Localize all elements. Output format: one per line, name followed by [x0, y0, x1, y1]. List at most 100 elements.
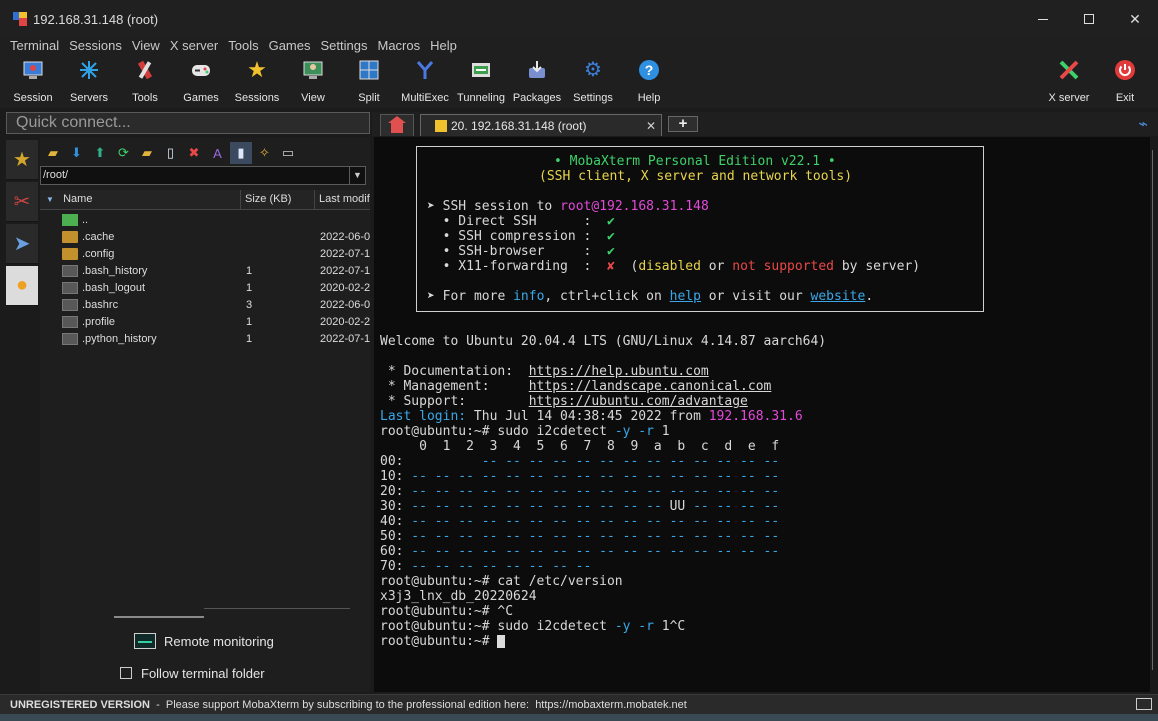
output-line: x3j3_lnx_db_20220624: [380, 589, 537, 604]
file-row[interactable]: .bash_history 1 2022-07-1: [40, 263, 370, 280]
tools-button[interactable]: Tools: [117, 58, 173, 106]
management-link[interactable]: https://landscape.canonical.com: [529, 379, 772, 394]
toggle-hidden-icon[interactable]: ▮: [230, 142, 252, 164]
monitor-icon[interactable]: [1136, 698, 1152, 710]
terminal-view[interactable]: • MobaXterm Personal Edition v22.1 • (SS…: [374, 137, 1150, 692]
management-line: * Management: https://landscape.canonica…: [380, 379, 772, 394]
exit-button[interactable]: Exit: [1097, 58, 1153, 106]
settings-button[interactable]: ⚙ Settings: [565, 58, 621, 106]
tunneling-button[interactable]: Tunneling: [453, 58, 509, 106]
direct-ssh-line: • Direct SSH : ✔: [427, 214, 615, 229]
sessions-button[interactable]: ★ Sessions: [229, 58, 285, 106]
paperclip-icon[interactable]: ⌁: [1138, 114, 1148, 134]
side-tab-sessions[interactable]: ★: [6, 140, 38, 180]
new-tab-button[interactable]: +: [668, 116, 698, 132]
scrollbar-thumb[interactable]: [1152, 150, 1153, 670]
upload-icon[interactable]: ⬆: [89, 142, 111, 164]
menu-settings[interactable]: Settings: [316, 38, 373, 54]
menu-tools[interactable]: Tools: [223, 38, 263, 54]
banner-title: • MobaXterm Personal Edition v22.1 •: [554, 154, 836, 169]
gamepad-icon: [189, 58, 213, 82]
menu-macros[interactable]: Macros: [372, 38, 425, 54]
split-button[interactable]: Split: [341, 58, 397, 106]
new-file-icon[interactable]: ▯: [160, 142, 182, 164]
side-tab-tools[interactable]: ✂: [6, 182, 38, 222]
file-date: 2020-02-2: [320, 316, 370, 328]
menu-terminal[interactable]: Terminal: [0, 38, 64, 54]
new-folder-icon[interactable]: ▰: [136, 142, 158, 164]
last-login-line: Last login: Thu Jul 14 04:38:45 2022 fro…: [380, 409, 803, 424]
session-tab-bar: 20. 192.168.31.148 (root) ✕ + ⌁: [372, 112, 1158, 136]
download-icon[interactable]: ⬇: [66, 142, 88, 164]
view-button[interactable]: View: [285, 58, 341, 106]
i2c-row: 60: -- -- -- -- -- -- -- -- -- -- -- -- …: [380, 544, 780, 559]
minimize-button[interactable]: [1020, 0, 1066, 38]
path-field[interactable]: /root/ ▼: [40, 166, 366, 185]
file-row[interactable]: .bash_logout 1 2020-02-2: [40, 280, 370, 297]
folder-up-icon[interactable]: ▰: [42, 142, 64, 164]
quick-connect-input[interactable]: Quick connect...: [6, 112, 370, 134]
column-size[interactable]: Size (KB): [241, 190, 315, 209]
text-cursor: [497, 635, 506, 648]
rename-icon[interactable]: A: [207, 142, 229, 164]
menu-games[interactable]: Games: [264, 38, 316, 54]
mobaxterm-app-icon: [13, 12, 27, 26]
support-link[interactable]: https://ubuntu.com/advantage: [529, 394, 748, 409]
file-row[interactable]: .cache 2022-06-0: [40, 229, 370, 246]
refresh-icon[interactable]: ⟳: [113, 142, 135, 164]
session-button[interactable]: Session: [5, 58, 61, 106]
side-tab-sftp[interactable]: ●: [6, 266, 38, 306]
file-size: 1: [246, 282, 253, 294]
tools-icon: [133, 58, 157, 82]
ssh-browser-line: • SSH-browser : ✔: [427, 244, 615, 259]
magic-wand-icon[interactable]: ✧: [254, 142, 276, 164]
path-value: /root/: [43, 169, 69, 181]
status-bar: UNREGISTERED VERSION - Please support Mo…: [0, 694, 1158, 714]
file-row[interactable]: .python_history 1 2022-07-1: [40, 331, 370, 348]
file-name: ..: [82, 214, 89, 226]
folder-icon: [62, 231, 78, 243]
file-row[interactable]: .bashrc 3 2022-06-0: [40, 297, 370, 314]
column-modified[interactable]: Last modif: [315, 190, 370, 209]
follow-terminal-folder-checkbox[interactable]: Follow terminal folder: [120, 665, 265, 681]
svg-text:?: ?: [645, 62, 654, 78]
close-window-button[interactable]: ✕: [1112, 0, 1158, 38]
delete-icon[interactable]: ✖: [183, 142, 205, 164]
help-button[interactable]: ? Help: [621, 58, 677, 106]
desktop-background-strip: [0, 714, 1158, 721]
session-tab[interactable]: 20. 192.168.31.148 (root) ✕: [420, 114, 662, 136]
home-tab[interactable]: [380, 114, 414, 136]
games-button[interactable]: Games: [173, 58, 229, 106]
menu-help[interactable]: Help: [425, 38, 462, 54]
packages-button[interactable]: Packages: [509, 58, 565, 106]
column-name[interactable]: ▼ Name: [40, 190, 241, 209]
terminal-icon[interactable]: ▭: [277, 142, 299, 164]
file-row[interactable]: .profile 1 2020-02-2: [40, 314, 370, 331]
multiexec-button[interactable]: MultiExec: [397, 58, 453, 106]
horizontal-scrollbar[interactable]: [114, 616, 204, 618]
chevron-down-icon[interactable]: ▼: [349, 167, 365, 184]
i2c-row: 00: -- -- -- -- -- -- -- -- -- -- -- -- …: [380, 454, 780, 469]
xserver-button[interactable]: X server: [1041, 58, 1097, 106]
file-row[interactable]: .config 2022-07-1: [40, 246, 370, 263]
side-tab-macros[interactable]: ➤: [6, 224, 38, 264]
maximize-button[interactable]: [1066, 0, 1112, 38]
menu-view[interactable]: View: [127, 38, 165, 54]
file-icon: [62, 265, 78, 277]
menu-xserver[interactable]: X server: [165, 38, 223, 54]
file-row[interactable]: ..: [40, 212, 370, 229]
servers-button[interactable]: Servers: [61, 58, 117, 106]
file-date: 2022-07-1: [320, 248, 370, 260]
documentation-link[interactable]: https://help.ubuntu.com: [529, 364, 709, 379]
checkbox[interactable]: [120, 667, 132, 679]
star-icon: ★: [13, 149, 31, 171]
remote-monitoring-button[interactable]: Remote monitoring: [134, 632, 274, 650]
help-icon: ?: [637, 58, 661, 82]
sftp-browser-panel: ▰ ⬇ ⬆ ⟳ ▰ ▯ ✖ A ▮ ✧ ▭ /root/ ▼ ▼ Name Si…: [40, 138, 370, 692]
mobatek-link[interactable]: https://mobaxterm.mobatek.net: [535, 699, 687, 711]
help-link[interactable]: help: [670, 289, 701, 304]
menu-sessions[interactable]: Sessions: [64, 38, 127, 54]
close-tab-icon[interactable]: ✕: [641, 119, 661, 133]
website-link[interactable]: website: [811, 289, 866, 304]
file-date: 2022-07-1: [320, 333, 370, 345]
